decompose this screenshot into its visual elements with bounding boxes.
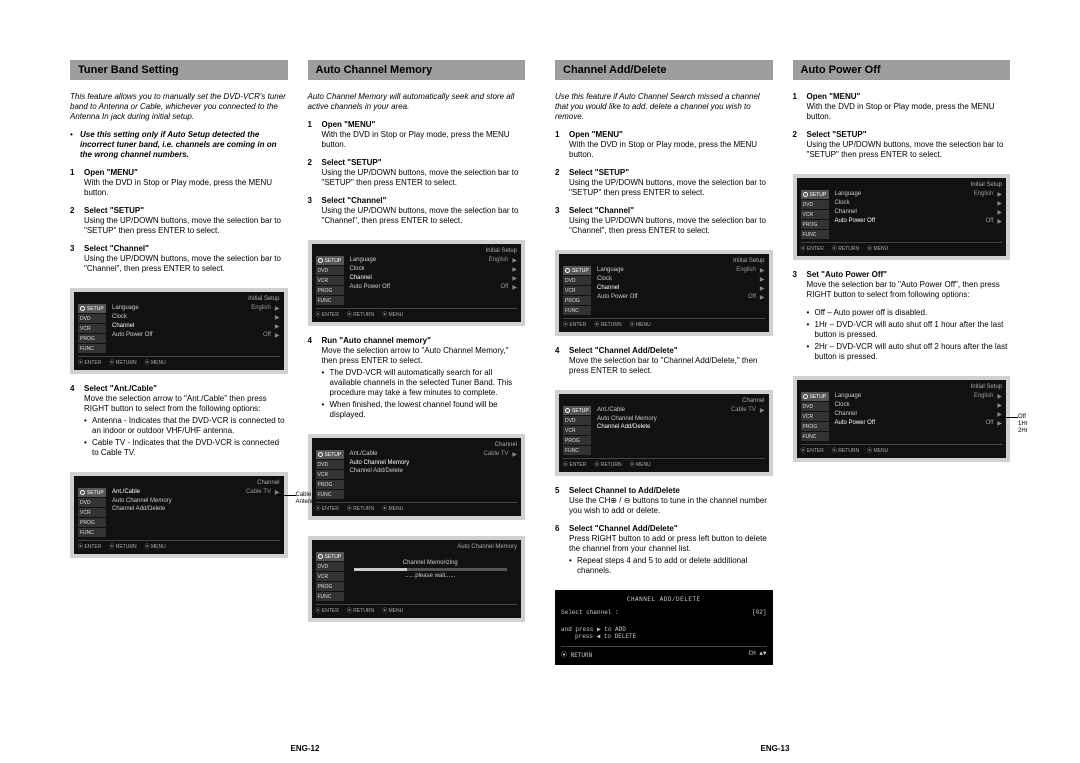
intro-text: Auto Channel Memory will automatically s… [308, 92, 526, 112]
step-4: 4 Select "Ant./Cable" Move the selection… [70, 384, 288, 458]
osd-initial-setup: Initial Setup SETUP DVD VCR PROG FUNC La… [555, 250, 773, 336]
intro-text: Use this feature if Auto Channel Search … [555, 92, 773, 122]
page-numbers: ENG-12 ENG-13 [70, 744, 1010, 753]
intro-text: This feature allows you to manually set … [70, 92, 288, 122]
osd-channel: Channel SETUP DVD VCR PROG FUNC Ant./Cab… [308, 434, 526, 520]
osd-initial-setup: Initial Setup SETUP DVD VCR PROG FUNC La… [70, 288, 288, 374]
step-2: 2 Select "SETUP" Using the UP/DOWN butto… [70, 206, 288, 236]
page-spread: Tuner Band Setting This feature allows y… [70, 60, 1010, 740]
gear-icon [80, 306, 85, 311]
gear-icon [318, 452, 323, 457]
page-number-left: ENG-12 [70, 744, 540, 753]
gear-icon [803, 394, 808, 399]
osd-initial-setup: Initial Setup SETUP DVD VCR PROG FUNC La… [793, 174, 1011, 260]
gear-icon [80, 490, 85, 495]
gear-icon [565, 268, 570, 273]
osd-auto-power-off: Initial Setup SETUP DVD VCR PROG FUNC La… [793, 376, 1011, 462]
col-tuner-band: Tuner Band Setting This feature allows y… [70, 60, 288, 740]
col-auto-power-off: Auto Power Off 1Open "MENU"With the DVD … [793, 60, 1011, 740]
osd-initial-setup: Initial Setup SETUP DVD VCR PROG FUNC La… [308, 240, 526, 326]
step-3: 3 Select "Channel" Using the UP/DOWN but… [70, 244, 288, 274]
header-tuner-band: Tuner Band Setting [70, 60, 288, 80]
callout-power-off-options: Off 1Hr 2Hr [1010, 414, 1050, 436]
osd-channel-antcable: Channel SETUP DVD VCR PROG FUNC Ant./Cab… [70, 472, 288, 558]
channel-add-delete-screen: CHANNEL ADD/DELETE Select channel :[02] … [555, 590, 773, 665]
osd-channel-add-delete: Channel SETUP DVD VCR PROG FUNC Ant./Cab… [555, 390, 773, 476]
gear-icon [318, 258, 323, 263]
col-auto-channel: Auto Channel Memory Auto Channel Memory … [308, 60, 526, 740]
header-auto-channel: Auto Channel Memory [308, 60, 526, 80]
note-text: Use this setting only if Auto Setup dete… [70, 130, 288, 160]
gear-icon [803, 192, 808, 197]
page-number-right: ENG-13 [540, 744, 1010, 753]
page-left: Tuner Band Setting This feature allows y… [70, 60, 525, 740]
header-channel-add-delete: Channel Add/Delete [555, 60, 773, 80]
step-1: 1 Open "MENU" With the DVD in Stop or Pl… [70, 168, 288, 198]
page-right: Channel Add/Delete Use this feature if A… [555, 60, 1010, 740]
col-channel-add-delete: Channel Add/Delete Use this feature if A… [555, 60, 773, 740]
gear-icon [318, 554, 323, 559]
gear-icon [565, 408, 570, 413]
osd-memorizing: Auto Channel Memory SETUP DVD VCR PROG F… [308, 536, 526, 622]
header-auto-power-off: Auto Power Off [793, 60, 1011, 80]
